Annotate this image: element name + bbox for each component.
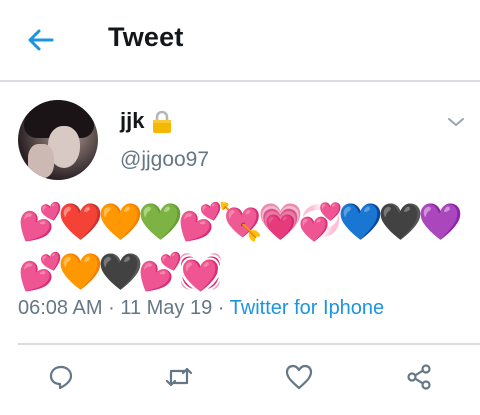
- meta-separator-2: ·: [217, 297, 225, 319]
- emoji: 💜: [418, 202, 463, 243]
- emoji: 💘: [218, 202, 263, 243]
- emoji: 🧡: [98, 202, 143, 243]
- emoji: 🧡: [58, 252, 103, 293]
- arrow-left-icon: [28, 29, 54, 51]
- emoji: 💚: [138, 202, 183, 243]
- emoji: 💕: [18, 252, 63, 293]
- emoji: 🖤: [98, 252, 143, 293]
- retweet-icon: [165, 367, 193, 387]
- divider: [18, 343, 480, 345]
- lock-icon: [152, 110, 172, 134]
- emoji: 💕: [178, 202, 223, 243]
- display-name[interactable]: jjk: [120, 108, 172, 134]
- page-title: Tweet: [108, 22, 184, 52]
- meta-separator: ·: [108, 297, 115, 319]
- emoji: ❤️: [58, 202, 103, 243]
- reply-icon: [49, 365, 73, 390]
- emoji: 💓: [178, 252, 223, 293]
- app-header: Tweet: [0, 0, 480, 82]
- avatar[interactable]: [18, 100, 98, 180]
- back-button[interactable]: [24, 26, 56, 54]
- user-handle[interactable]: @jjgoo97: [120, 148, 209, 172]
- emoji: 💗: [258, 202, 303, 243]
- reply-button[interactable]: [46, 362, 76, 392]
- share-icon: [407, 364, 431, 390]
- retweet-button[interactable]: [164, 362, 194, 392]
- like-button[interactable]: [284, 362, 314, 392]
- display-name-text: jjk: [120, 108, 145, 133]
- emoji: 💙: [338, 202, 383, 243]
- heart-icon: [285, 364, 313, 390]
- emoji: 💞: [298, 202, 343, 243]
- emoji: 💕: [138, 252, 183, 293]
- emoji: 🖤: [378, 202, 423, 243]
- tweet-meta: 06:08 AM · 11 May 19 · Twitter for Iphon…: [18, 297, 384, 320]
- chevron-down-icon: [448, 118, 464, 126]
- tweet-source-link[interactable]: Twitter for Iphone: [230, 297, 385, 319]
- tweet-time: 06:08 AM: [18, 297, 103, 319]
- tweet-date: 11 May 19: [120, 297, 213, 319]
- share-button[interactable]: [404, 362, 434, 392]
- emoji: 💕: [18, 202, 63, 243]
- more-options-button[interactable]: [446, 112, 466, 132]
- tweet-text: 💕❤️🧡💚💕💘💗💞💙🖤💜💕🧡🖤💕💓: [18, 198, 463, 298]
